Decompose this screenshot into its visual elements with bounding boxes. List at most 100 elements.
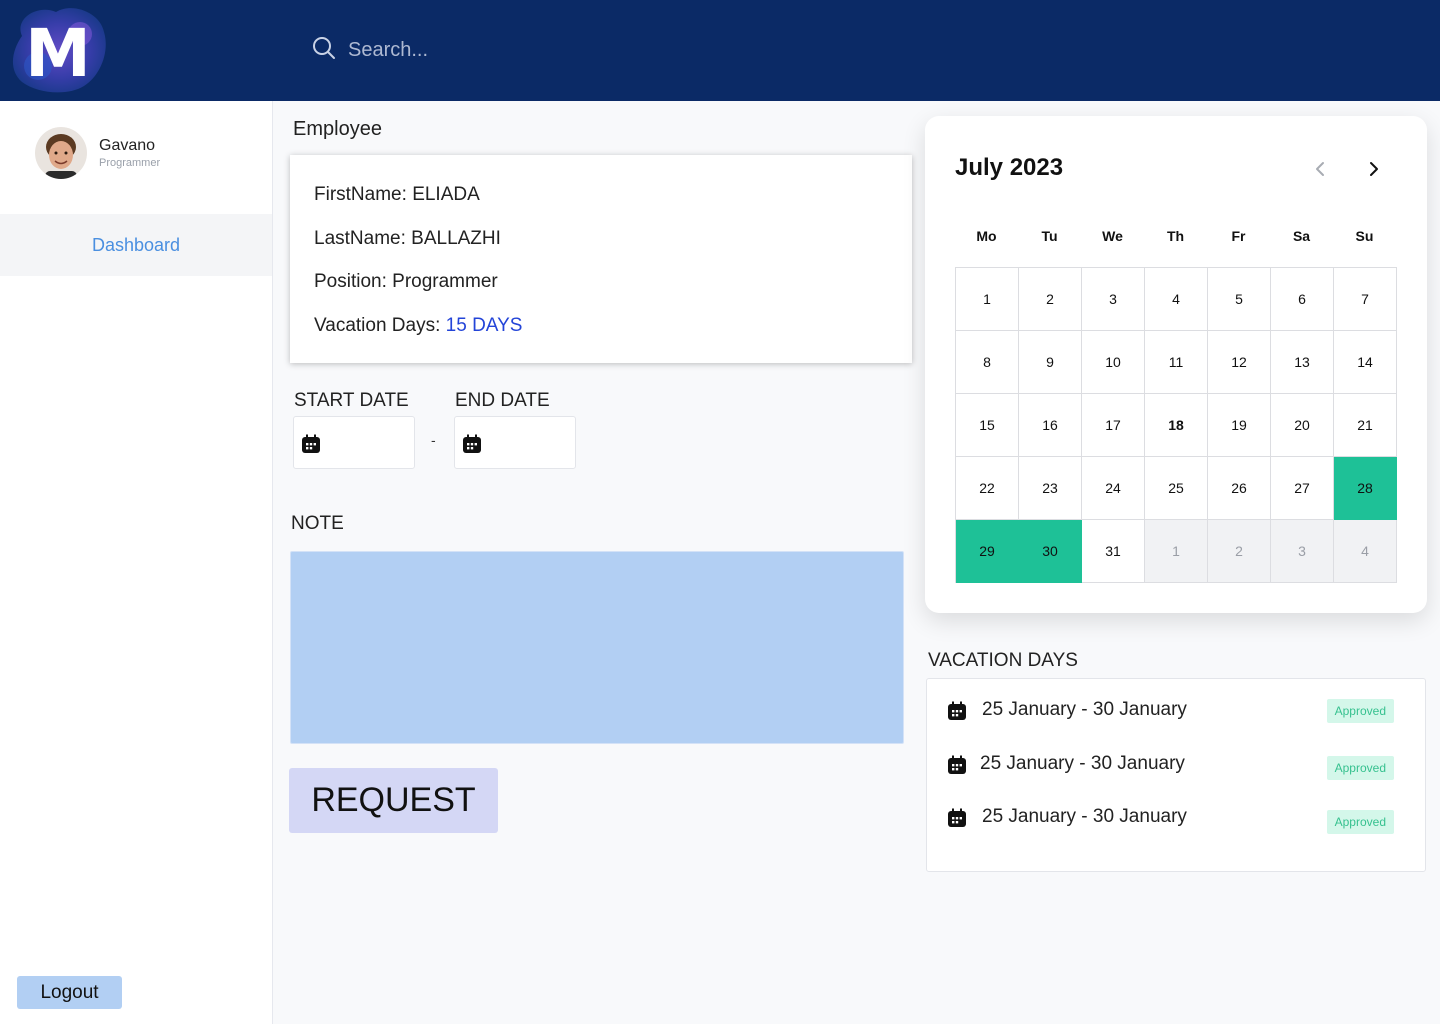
note-textarea[interactable]	[290, 551, 904, 744]
calendar-day[interactable]: 11	[1145, 331, 1208, 394]
calendar-day[interactable]: 19	[1208, 394, 1271, 457]
employee-section-title: Employee	[293, 118, 382, 140]
vacation-range: 25 January - 30 January	[982, 806, 1187, 827]
sidebar: Gavano Programmer Dashboard Logout	[0, 101, 273, 1024]
calendar-icon[interactable]	[301, 434, 321, 459]
status-badge: Approved	[1326, 756, 1394, 780]
calendar-day[interactable]: 7	[1334, 268, 1397, 331]
weekday-header: Sa	[1292, 228, 1311, 244]
calendar-day-selected[interactable]: 28	[1334, 457, 1397, 520]
next-month-button[interactable]	[1359, 156, 1389, 186]
first-name-label: FirstName:	[314, 184, 407, 205]
vacation-range: 25 January - 30 January	[982, 699, 1187, 720]
end-date-field[interactable]	[454, 416, 576, 469]
weekday-header: Su	[1355, 228, 1374, 244]
sidebar-item-label: Dashboard	[91, 234, 181, 255]
employee-card: FirstName: ELIADA LastName: BALLAZHI Pos…	[290, 155, 912, 363]
calendar-day[interactable]: 14	[1334, 331, 1397, 394]
list-item[interactable]: 25 January - 30 January Approved	[947, 751, 1407, 781]
weekday-header: Fr	[1231, 228, 1246, 244]
prev-month-button[interactable]	[1305, 156, 1335, 186]
logo-letter: M	[25, 15, 91, 92]
calendar-day[interactable]: 23	[1019, 457, 1082, 520]
last-name-label: LastName:	[314, 228, 406, 249]
weekday-header: Th	[1166, 228, 1185, 244]
status-badge: Approved	[1326, 699, 1394, 723]
user-profile[interactable]: Gavano Programmer	[35, 127, 160, 179]
calendar-day[interactable]: 27	[1271, 457, 1334, 520]
position-label: Position:	[314, 271, 387, 292]
calendar-grid: 1 2 3 4 5 6 7 8 9 10 11 12 13 14 15 16 17 18 19 20 21 22 23 24 2…	[955, 267, 1397, 583]
calendar-day-other-month[interactable]: 2	[1208, 520, 1271, 583]
calendar-day[interactable]: 3	[1082, 268, 1145, 331]
app-logo[interactable]: M	[8, 6, 108, 94]
last-name-row: LastName: BALLAZHI	[314, 228, 501, 250]
calendar-day[interactable]: 15	[956, 394, 1019, 457]
user-name: Gavano	[99, 137, 156, 154]
calendar-day[interactable]: 8	[956, 331, 1019, 394]
calendar-day-other-month[interactable]: 3	[1271, 520, 1334, 583]
first-name-value: ELIADA	[412, 184, 480, 205]
calendar-day[interactable]: 25	[1145, 457, 1208, 520]
last-name-value: BALLAZHI	[411, 228, 501, 249]
user-role: Programmer	[99, 157, 161, 169]
weekday-header: We	[1102, 228, 1123, 244]
calendar-day[interactable]: 2	[1019, 268, 1082, 331]
search-input[interactable]	[348, 39, 648, 62]
calendar-day[interactable]: 12	[1208, 331, 1271, 394]
end-date-label: END DATE	[455, 390, 550, 411]
calendar-day[interactable]: 20	[1271, 394, 1334, 457]
calendar-day[interactable]: 5	[1208, 268, 1271, 331]
first-name-row: FirstName: ELIADA	[314, 184, 480, 206]
calendar-widget: July 2023 Mo Tu We Th Fr Sa Su 1 2 3 4 5 6 7 8 9 10 11 12…	[925, 116, 1427, 613]
calendar-icon	[947, 755, 967, 780]
calendar-day[interactable]: 6	[1271, 268, 1334, 331]
top-header: M	[0, 0, 1440, 101]
calendar-day[interactable]: 4	[1145, 268, 1208, 331]
calendar-day[interactable]: 17	[1082, 394, 1145, 457]
calendar-day[interactable]: 21	[1334, 394, 1397, 457]
list-item[interactable]: 25 January - 30 January Approved	[947, 804, 1407, 834]
status-badge: Approved	[1326, 810, 1394, 834]
calendar-icon[interactable]	[462, 434, 482, 459]
calendar-day[interactable]: 31	[1082, 520, 1145, 583]
vacation-days-list: 25 January - 30 January Approved 25 Janu…	[926, 678, 1426, 872]
calendar-day[interactable]: 18	[1145, 394, 1208, 457]
position-value: Programmer	[392, 271, 498, 292]
chevron-left-icon	[1313, 161, 1327, 182]
calendar-day[interactable]: 24	[1082, 457, 1145, 520]
weekday-header: Mo	[976, 228, 997, 244]
calendar-day-other-month[interactable]: 4	[1334, 520, 1397, 583]
vacation-days-value: 15 DAYS	[445, 315, 523, 336]
start-date-field[interactable]	[293, 416, 415, 469]
date-separator: -	[431, 432, 436, 448]
calendar-month-title: July 2023	[955, 154, 1064, 181]
search-icon[interactable]	[312, 36, 336, 65]
note-label: NOTE	[291, 513, 344, 534]
calendar-day[interactable]: 9	[1019, 331, 1082, 394]
calendar-icon	[947, 701, 967, 726]
weekday-header: Tu	[1041, 228, 1058, 244]
calendar-icon	[947, 808, 967, 833]
vacation-range: 25 January - 30 January	[980, 753, 1185, 774]
calendar-day[interactable]: 1	[956, 268, 1019, 331]
vacation-days-row: Vacation Days: 15 DAYS	[314, 315, 522, 337]
search-bar[interactable]	[312, 36, 648, 65]
list-item[interactable]: 25 January - 30 January Approved	[947, 697, 1407, 727]
calendar-day-selected[interactable]: 30	[1019, 520, 1082, 583]
calendar-day-other-month[interactable]: 1	[1145, 520, 1208, 583]
calendar-day[interactable]: 13	[1271, 331, 1334, 394]
logout-button[interactable]: Logout	[17, 976, 122, 1009]
start-date-label: START DATE	[294, 390, 409, 411]
calendar-day-selected[interactable]: 29	[956, 520, 1019, 583]
position-row: Position: Programmer	[314, 271, 498, 293]
calendar-day[interactable]: 10	[1082, 331, 1145, 394]
sidebar-item-dashboard[interactable]: Dashboard	[0, 214, 272, 276]
calendar-day[interactable]: 22	[956, 457, 1019, 520]
vacation-days-title: VACATION DAYS	[928, 650, 1078, 671]
request-button[interactable]: REQUEST	[289, 768, 498, 833]
calendar-day[interactable]: 26	[1208, 457, 1271, 520]
avatar[interactable]	[35, 127, 87, 179]
vacation-days-label: Vacation Days:	[314, 315, 441, 336]
calendar-day[interactable]: 16	[1019, 394, 1082, 457]
